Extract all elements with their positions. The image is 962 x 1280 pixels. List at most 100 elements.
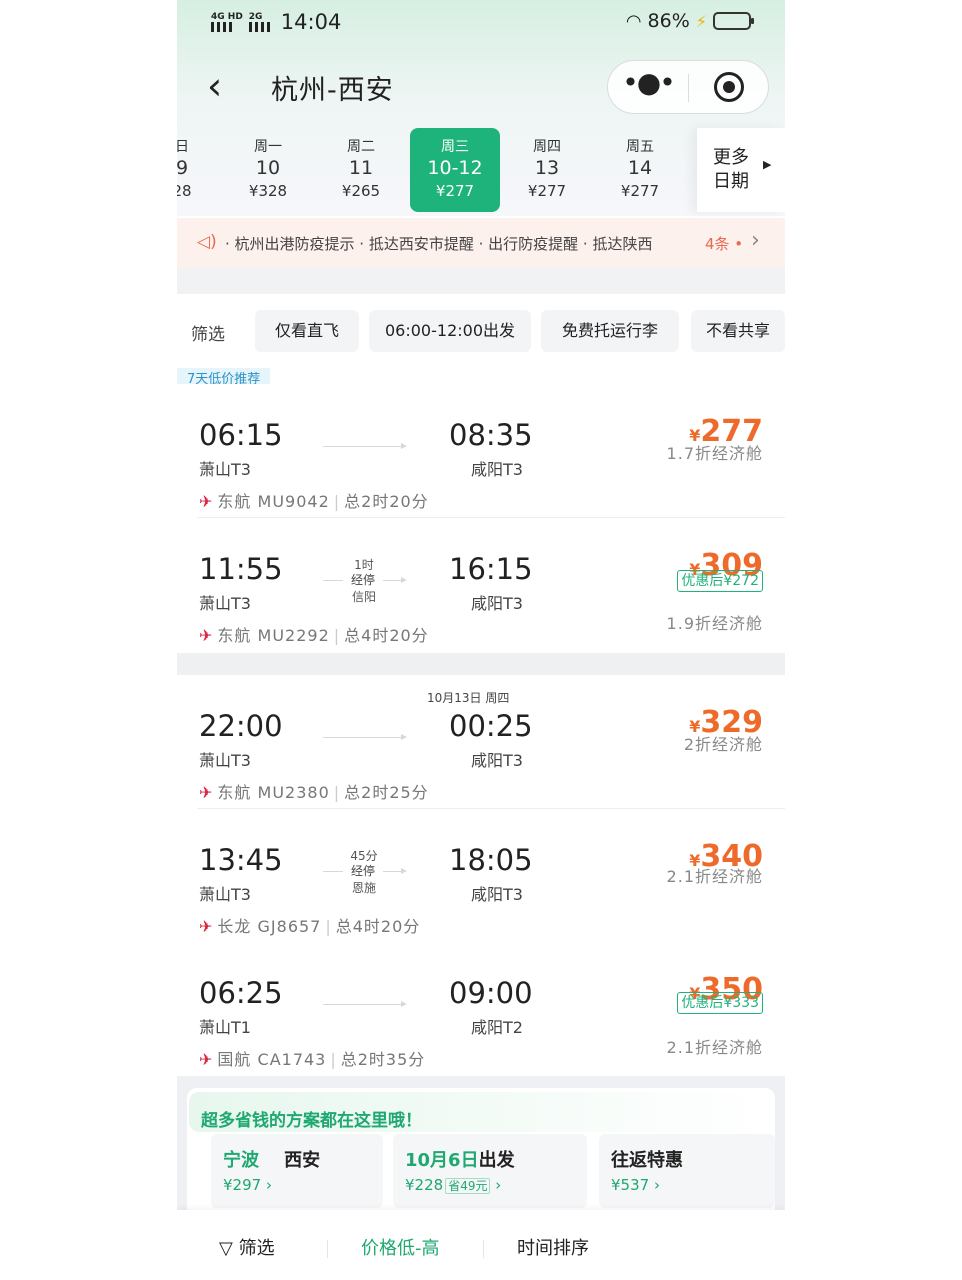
more-button[interactable]: •●• — [608, 61, 688, 113]
arrival-airport: 咸阳T3 — [471, 460, 523, 479]
flight-card[interactable]: 06:15 萧山T3 08:35 咸阳T3 ¥277 1.7折经济舱 ✈ 东航 M… — [177, 384, 785, 518]
bottom-divider — [483, 1240, 484, 1258]
promo-date-value: 10月6日 — [405, 1150, 479, 1171]
caret-right-icon: ▶ — [763, 158, 772, 171]
stop-duration: 1时 — [354, 558, 374, 572]
date-weekday: 周五 — [626, 139, 654, 155]
route-arrow — [323, 443, 407, 449]
date-item[interactable]: 周五 14 ¥277 — [595, 128, 685, 212]
filter-chip-time[interactable]: 06:00-12:00出发 — [369, 310, 531, 352]
date-day: 10 — [255, 157, 281, 179]
promo-nearby-airport[interactable]: 宁波 西安 ¥297 › — [211, 1134, 383, 1208]
departure-airport: 萧山T1 — [199, 1018, 251, 1037]
date-item[interactable]: 周二 11 ¥265 — [316, 128, 406, 212]
filter-chip-no-codeshare[interactable]: 不看共享 — [691, 310, 785, 352]
promo-price: ¥537 › — [611, 1176, 660, 1194]
cabin-class: 1.9折经济舱 — [666, 614, 763, 633]
separator: | — [333, 626, 341, 645]
date-weekday: 周四 — [533, 139, 561, 155]
airline-name: 东航 — [217, 492, 252, 511]
departure-time: 06:15 — [199, 418, 283, 452]
promo-other-date[interactable]: 10月6日出发 ¥228 省49元 › — [393, 1134, 587, 1208]
status-bar: 4G HD 2G 14:04 ◠ 86% ⚡ — [177, 0, 785, 46]
flight-number: CA1743 — [257, 1050, 327, 1069]
bottom-filter-button[interactable]: ▽ 筛选 — [219, 1234, 275, 1260]
date-item-selected[interactable]: 周三 10-12 ¥277 — [410, 128, 500, 212]
date-weekday: 周三 — [441, 139, 469, 155]
airline-name: 东航 — [217, 626, 252, 645]
mini-program-capsule: •●• — [607, 60, 769, 114]
date-day: 10-12 — [427, 157, 483, 179]
flight-card[interactable]: 11:55 萧山T3 1时 经停 信阳 16:15 咸阳T3 ¥309 优惠后¥… — [177, 518, 785, 652]
date-selector: 日 9 28 周一 10 ¥328 周二 11 ¥265 周三 10-12 ¥2… — [177, 128, 785, 214]
arrival-airport: 咸阳T3 — [471, 594, 523, 613]
departure-time: 13:45 — [199, 843, 283, 877]
target-icon[interactable] — [714, 72, 744, 102]
china-eastern-logo-icon: ✈ — [199, 626, 214, 645]
cabin-class: 2折经济舱 — [683, 735, 763, 754]
departure-time: 11:55 — [199, 552, 283, 586]
flight-duration: 总2时20分 — [344, 492, 429, 511]
filter-main-button[interactable]: 筛选 — [191, 320, 225, 345]
promo-city-to: 西安 — [284, 1150, 321, 1171]
bottom-divider — [327, 1240, 328, 1258]
date-price: ¥328 — [248, 182, 288, 200]
filter-chip-direct[interactable]: 仅看直飞 — [255, 310, 359, 352]
separator: | — [325, 917, 332, 936]
sort-time-button[interactable]: 时间排序 — [517, 1234, 589, 1260]
date-item[interactable]: 周一 10 ¥328 — [223, 128, 313, 212]
departure-time: 06:25 — [199, 976, 283, 1010]
charging-icon: ⚡ — [695, 11, 707, 31]
date-item[interactable]: 周四 13 ¥277 — [502, 128, 592, 212]
status-right: ◠ 86% ⚡ — [626, 10, 754, 32]
battery-icon — [713, 12, 754, 30]
arrival-time: 18:05 — [449, 843, 533, 877]
flight-number: MU2380 — [257, 783, 330, 802]
more-dates-button[interactable]: 更多日期 ▶ — [697, 128, 785, 212]
flight-card[interactable]: 13:45 萧山T3 45分 经停 恩施 18:05 咸阳T3 ¥340 2.1… — [177, 809, 785, 943]
discount-badge: 优惠后¥333 — [677, 992, 763, 1014]
back-button[interactable]: ‹ — [207, 64, 247, 108]
nav-bar: ‹ 杭州-西安 •●• — [177, 58, 785, 116]
more-dates-label: 更多日期 — [713, 147, 749, 192]
promo-round-trip[interactable]: 往返特惠 ¥537 › — [599, 1134, 775, 1208]
china-eastern-logo-icon: ✈ — [199, 492, 214, 511]
cabin-class: 1.7折经济舱 — [666, 444, 763, 463]
air-china-logo-icon: ✈ — [199, 1050, 214, 1069]
flight-card[interactable]: 06:25 萧山T1 09:00 咸阳T2 ¥350 优惠后¥333 2.1折经… — [177, 942, 785, 1076]
notice-banner[interactable]: ◁) · 杭州出港防疫提示 · 抵达西安市提醒 · 出行防疫提醒 · 抵达陕西 … — [177, 218, 785, 268]
next-day-date: 10月13日 周四 — [427, 691, 510, 705]
date-item[interactable]: 日 9 28 — [177, 128, 227, 212]
date-price: ¥277 — [527, 182, 567, 200]
date-price: ¥265 — [341, 182, 381, 200]
phone-screen: 4G HD 2G 14:04 ◠ 86% ⚡ ‹ 杭州-西安 •●• 日 9 2… — [177, 0, 785, 1280]
flight-duration: 总4时20分 — [344, 626, 429, 645]
cabin-class: 2.1折经济舱 — [666, 867, 763, 886]
chevron-left-icon: ‹ — [207, 64, 223, 108]
more-dots-icon: •●• — [622, 66, 675, 99]
date-price: 28 — [177, 182, 192, 200]
flight-card[interactable]: 10月13日 周四 22:00 萧山T3 00:25 咸阳T3 ¥329 2折经… — [177, 675, 785, 809]
network-label-2: 2G — [248, 12, 263, 22]
filter-chip-baggage[interactable]: 免费托运行李 — [541, 310, 679, 352]
cabin-class: 2.1折经济舱 — [666, 1038, 763, 1057]
sort-price-button[interactable]: 价格低-高 — [361, 1234, 440, 1260]
route-arrow — [323, 734, 407, 740]
date-weekday: 日 — [177, 139, 189, 155]
airline-info: ✈ 东航 MU2380 | 总2时25分 — [199, 779, 429, 803]
stop-duration: 45分 — [350, 849, 378, 863]
speaker-icon: ◁) — [197, 232, 217, 252]
airline-info: ✈ 东航 MU2292 | 总4时20分 — [199, 622, 429, 646]
notice-text: · 杭州出港防疫提示 · 抵达西安市提醒 · 出行防疫提醒 · 抵达陕西 — [225, 235, 653, 253]
promo-route: 宁波 西安 — [223, 1146, 320, 1172]
promo-section: 超多省钱的方案都在这里哦！ 宁波 西安 ¥297 › 10月6日出发 ¥228 省… — [177, 1076, 785, 1210]
date-weekday: 周一 — [254, 139, 282, 155]
promo-price: ¥228 省49元 › — [405, 1176, 501, 1194]
page-title: 杭州-西安 — [271, 75, 394, 106]
departure-airport: 萧山T3 — [199, 594, 251, 613]
route-arrow — [323, 1001, 407, 1007]
airline-info: ✈ 国航 CA1743 | 总2时35分 — [199, 1046, 425, 1070]
promo-city-from: 宁波 — [223, 1150, 259, 1171]
airline-name: 东航 — [217, 783, 252, 802]
promo-date-suffix: 出发 — [478, 1150, 515, 1171]
